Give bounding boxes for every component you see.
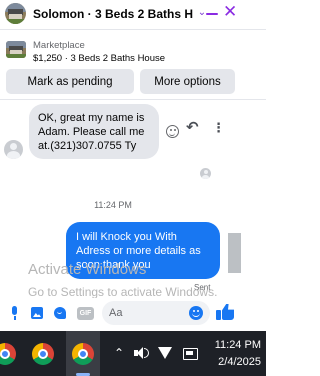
battery-icon[interactable] (183, 346, 199, 360)
chrome-icon (32, 343, 54, 365)
sender-avatar[interactable] (4, 140, 23, 159)
reply-icon[interactable]: ↶ (186, 120, 199, 135)
more-options-button[interactable]: More options (140, 69, 235, 94)
avatar-head (10, 143, 17, 150)
avatar-body (7, 151, 20, 159)
taskbar-clock-time[interactable]: 11:24 PM (209, 339, 261, 351)
more-vertical-icon[interactable]: ⋮ (212, 121, 225, 134)
taskbar-clock-date[interactable]: 2/4/2025 (209, 356, 261, 368)
header-divider (0, 29, 266, 30)
taskbar-app-2[interactable] (26, 331, 60, 376)
listing-price-title[interactable]: $1,250 · 3 Beds 2 Baths House (33, 53, 165, 64)
like-thumb-icon[interactable] (216, 302, 236, 322)
seen-avatar (200, 168, 211, 179)
volume-waves (144, 348, 149, 358)
emoji-icon[interactable] (189, 306, 203, 320)
seen-head (204, 170, 208, 174)
volume-icon[interactable] (134, 346, 150, 360)
sticker-icon[interactable] (53, 306, 67, 320)
gif-icon[interactable]: GIF (77, 307, 94, 320)
chrome-icon (0, 343, 16, 365)
close-icon[interactable]: ✕ (223, 3, 237, 21)
thumb-grass (6, 54, 26, 58)
mark-as-pending-button[interactable]: Mark as pending (6, 69, 134, 94)
avatar-grass (5, 19, 26, 24)
react-smile-icon[interactable] (166, 125, 179, 138)
activate-windows-title: Activate Windows (28, 261, 147, 278)
wifi-icon[interactable] (158, 346, 172, 360)
microphone-icon[interactable] (8, 306, 22, 320)
chat-title[interactable]: Solomon · 3 Beds 2 Baths House (33, 7, 193, 21)
taskbar-app-3-active[interactable] (66, 331, 100, 376)
contact-avatar[interactable] (5, 3, 26, 24)
chrome-icon (72, 343, 94, 365)
show-hidden-icons-chevron-icon[interactable]: ⌃ (112, 346, 126, 360)
listing-thumbnail[interactable] (6, 41, 26, 58)
marketplace-label: Marketplace (33, 40, 85, 51)
minimize-icon[interactable] (205, 6, 219, 20)
message-timestamp: 11:24 PM (94, 200, 132, 210)
incoming-message[interactable]: OK, great my name is Adam. Please call m… (29, 104, 159, 159)
scrollbar-thumb[interactable] (228, 233, 241, 273)
seen-body (202, 175, 209, 179)
activate-windows-subtitle: Go to Settings to activate Windows. (28, 285, 218, 299)
photo-icon[interactable] (30, 306, 44, 320)
